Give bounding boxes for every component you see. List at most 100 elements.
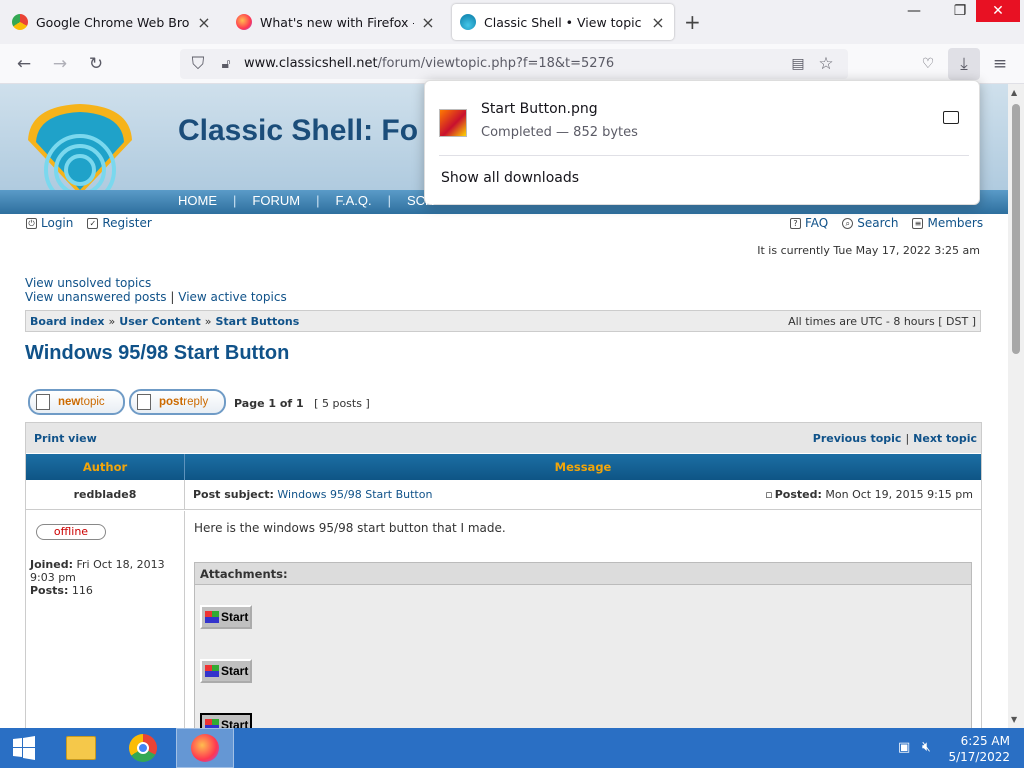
new-topic-button[interactable]: new topic <box>28 389 125 415</box>
tab-title: Google Chrome Web Browser <box>36 14 190 30</box>
nav-toolbar: ← → ↻ ⛉ 🔓︎ www.classicshell.net/forum/vi… <box>0 44 1024 84</box>
tab-title: What's new with Firefox - More <box>260 14 414 30</box>
reload-icon[interactable]: ↻ <box>86 54 106 74</box>
attachment-start-button-image[interactable]: Start <box>200 659 252 683</box>
page-scrollbar[interactable]: ▲ ▼ <box>1008 84 1024 728</box>
quick-links: View unsolved topics View unanswered pos… <box>25 276 287 304</box>
close-tab-icon[interactable]: × <box>650 13 666 32</box>
scroll-up-icon[interactable]: ▲ <box>1011 88 1017 97</box>
tab-chrome[interactable]: Google Chrome Web Browser × <box>4 4 220 40</box>
tab-strip: Google Chrome Web Browser × What's new w… <box>0 0 1024 44</box>
previous-topic-link[interactable]: Previous topic <box>813 432 902 445</box>
bookmark-star-icon[interactable]: ☆ <box>816 54 836 74</box>
login-icon: ⏻ <box>26 217 37 229</box>
show-all-downloads-button[interactable]: Show all downloads <box>441 170 579 186</box>
post-subject-link[interactable]: Windows 95/98 Start Button <box>277 488 432 501</box>
crumb-user-content[interactable]: User Content <box>119 315 200 328</box>
start-button[interactable] <box>0 728 48 768</box>
topic-title[interactable]: Windows 95/98 Start Button <box>25 342 289 365</box>
firefox-icon <box>236 14 252 30</box>
volume-muted-icon[interactable]: 🔇︎ <box>922 739 931 755</box>
url-bar[interactable]: ⛉ 🔓︎ www.classicshell.net/forum/viewtopi… <box>180 49 848 79</box>
members-link[interactable]: Members <box>927 216 983 230</box>
taskbar-firefox[interactable] <box>176 728 234 768</box>
unsolved-topics-link[interactable]: View unsolved topics <box>25 276 287 290</box>
divider <box>439 155 969 156</box>
reader-view-icon[interactable]: ▤ <box>788 54 808 74</box>
timezone-info: All times are UTC - 8 hours [ DST ] <box>788 314 976 328</box>
close-window-button[interactable]: ✕ <box>976 0 1020 22</box>
utility-links: ? FAQ ⌕ Search ≡ Members <box>790 216 983 230</box>
page-info: Page 1 of 1 [ 5 posts ] <box>234 397 370 410</box>
nav-separator: | <box>316 193 320 208</box>
shield-icon[interactable]: ⛉ <box>188 54 208 74</box>
taskbar-chrome[interactable] <box>114 728 172 768</box>
topic-actions-bar: Print view Previous topic | Next topic <box>26 423 981 453</box>
downloads-panel: Start Button.png Completed — 852 bytes S… <box>424 80 980 205</box>
new-tab-button[interactable]: + <box>684 10 701 34</box>
faq-link[interactable]: FAQ <box>805 216 828 230</box>
posts-count: [ 5 posts ] <box>314 397 370 410</box>
post-content: Here is the windows 95/98 start button t… <box>185 511 981 728</box>
tab-classic-shell[interactable]: Classic Shell • View topic - Win × <box>452 4 674 40</box>
author-profile: offline Joined: Fri Oct 18, 2013 9:03 pm… <box>26 511 185 728</box>
tab-title: Classic Shell • View topic - Win <box>484 14 644 30</box>
crumb-separator: » <box>204 314 212 328</box>
start-label: Start <box>221 610 249 624</box>
crumb-start-buttons[interactable]: Start Buttons <box>215 315 299 328</box>
scrollbar-thumb[interactable] <box>1012 104 1020 354</box>
post-reply-button[interactable]: post reply <box>129 389 226 415</box>
search-icon: ⌕ <box>842 217 854 229</box>
nav-screenshots[interactable]: SCR <box>407 193 434 208</box>
register-link[interactable]: Register <box>102 216 151 230</box>
forward-icon[interactable]: → <box>50 54 70 74</box>
chrome-icon <box>12 14 28 30</box>
new-topic-label-a: new <box>58 396 81 408</box>
print-view-link[interactable]: Print view <box>34 432 97 445</box>
close-tab-icon[interactable]: × <box>420 13 436 32</box>
attachment-start-button-image[interactable]: Start <box>200 713 252 728</box>
nav-home[interactable]: HOME <box>178 193 217 208</box>
unanswered-posts-link[interactable]: View unanswered posts <box>25 290 167 304</box>
classic-shell-logo <box>28 104 132 200</box>
tab-firefox-whatsnew[interactable]: What's new with Firefox - More × <box>228 4 444 40</box>
pocket-icon[interactable]: ♡ <box>918 54 938 74</box>
chrome-icon <box>129 734 157 762</box>
post-icon: ▫ <box>765 488 773 501</box>
posts-value: 116 <box>71 584 93 597</box>
taskbar-file-explorer[interactable] <box>52 728 110 768</box>
insecure-lock-icon[interactable]: 🔓︎ <box>216 54 236 74</box>
open-folder-icon[interactable] <box>943 111 959 124</box>
windows-taskbar: ▣ 🔇︎ 6:25 AM 5/17/2022 <box>0 728 1024 768</box>
register-icon: ✓ <box>87 217 99 229</box>
login-link[interactable]: Login <box>41 216 73 230</box>
minimize-button[interactable]: — <box>892 0 936 22</box>
post-author[interactable]: redblade8 <box>26 480 185 509</box>
url-text[interactable]: www.classicshell.net/forum/viewtopic.php… <box>244 56 614 71</box>
taskbar-clock[interactable]: 6:25 AM 5/17/2022 <box>948 733 1010 765</box>
current-time: It is currently Tue May 17, 2022 3:25 am <box>757 244 980 257</box>
menu-icon[interactable]: ≡ <box>990 54 1010 74</box>
search-link[interactable]: Search <box>857 216 898 230</box>
active-topics-link[interactable]: View active topics <box>178 290 286 304</box>
joined-label: Joined: <box>30 558 73 571</box>
post-body-row: offline Joined: Fri Oct 18, 2013 9:03 pm… <box>26 511 981 728</box>
status-badge: offline <box>36 524 106 540</box>
post-reply-label-b: reply <box>183 396 209 408</box>
network-icon[interactable]: ▣ <box>898 740 910 755</box>
download-filename[interactable]: Start Button.png <box>481 101 598 117</box>
page-number: Page 1 of 1 <box>234 397 304 410</box>
scroll-down-icon[interactable]: ▼ <box>1011 715 1017 724</box>
message-column-header: Message <box>554 460 612 474</box>
crumb-board-index[interactable]: Board index <box>30 315 105 328</box>
post-subject-label: Post subject: <box>193 488 274 501</box>
column-header: Author Message <box>26 454 981 480</box>
close-tab-icon[interactable]: × <box>196 13 212 32</box>
nav-faq[interactable]: F.A.Q. <box>335 193 371 208</box>
attachment-start-button-image[interactable]: Start <box>200 605 252 629</box>
downloads-button[interactable]: ⤓ <box>948 48 980 80</box>
nav-forum[interactable]: FORUM <box>252 193 300 208</box>
windows-logo-icon <box>13 736 35 760</box>
back-icon[interactable]: ← <box>14 54 34 74</box>
next-topic-link[interactable]: Next topic <box>913 432 977 445</box>
